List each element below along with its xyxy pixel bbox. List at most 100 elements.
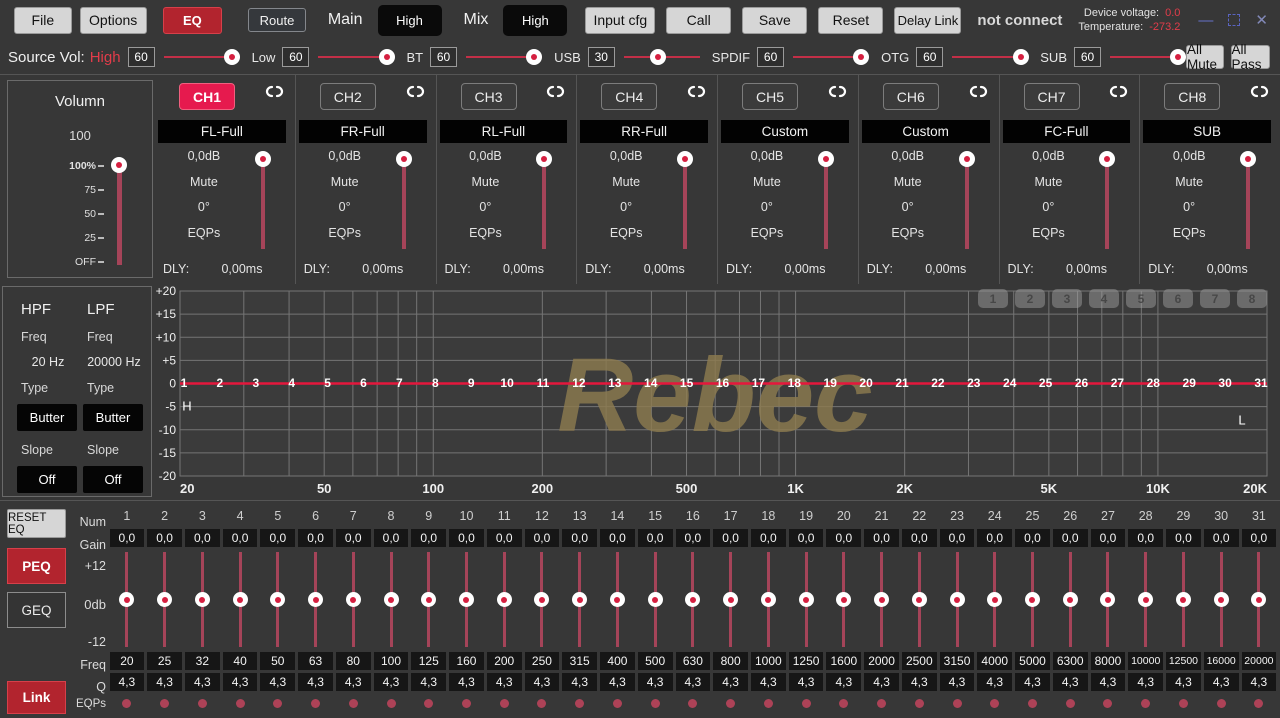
channel-gain-value[interactable]: 0,0dB [577, 149, 675, 175]
input-cfg-button[interactable]: Input cfg [585, 7, 655, 34]
band-eqps-indicator[interactable] [1103, 699, 1112, 708]
slider-knob[interactable] [836, 592, 851, 607]
save-button[interactable]: Save [742, 7, 807, 34]
channel-select-ch1[interactable]: CH1 [179, 83, 235, 110]
eq-point-handle[interactable]: 22 [931, 376, 945, 390]
maximize-icon[interactable] [1228, 14, 1240, 26]
band-q-value[interactable]: 4,3 [487, 673, 522, 691]
band-eqps-indicator[interactable] [764, 699, 773, 708]
slider-knob[interactable] [536, 151, 552, 167]
band-eqps-indicator[interactable] [1179, 699, 1188, 708]
band-eqps-indicator[interactable] [575, 699, 584, 708]
band-gain-slider[interactable] [1251, 552, 1267, 647]
band-freq-value[interactable]: 250 [525, 652, 560, 670]
channel-link-icon[interactable] [686, 85, 707, 103]
band-freq-value[interactable]: 5000 [1015, 652, 1050, 670]
slider-knob[interactable] [1176, 592, 1191, 607]
band-q-value[interactable]: 4,3 [336, 673, 371, 691]
eq-point-handle[interactable]: 27 [1111, 376, 1125, 390]
slider-knob[interactable] [874, 592, 889, 607]
minimize-icon[interactable]: — [1198, 13, 1213, 28]
channel-select-ch5[interactable]: CH5 [742, 83, 798, 110]
slider-knob[interactable] [157, 592, 172, 607]
band-q-value[interactable]: 4,3 [298, 673, 333, 691]
channel-mute-button[interactable]: Mute [859, 175, 957, 201]
band-freq-value[interactable]: 2000 [864, 652, 899, 670]
band-eqps-indicator[interactable] [877, 699, 886, 708]
slider-knob[interactable] [1100, 592, 1115, 607]
band-gain-slider[interactable] [496, 552, 512, 647]
reset-button[interactable]: Reset [818, 7, 883, 34]
band-q-value[interactable]: 4,3 [1204, 673, 1239, 691]
band-eqps-indicator[interactable] [537, 699, 546, 708]
band-gain-value[interactable]: 0,0 [1091, 529, 1126, 547]
channel-volume-slider[interactable] [255, 151, 271, 253]
band-eqps-indicator[interactable] [802, 699, 811, 708]
band-q-value[interactable]: 4,3 [260, 673, 295, 691]
band-gain-slider[interactable] [1213, 552, 1229, 647]
band-freq-value[interactable]: 50 [260, 652, 295, 670]
delay-value[interactable]: 0,00ms [471, 262, 577, 276]
channel-phase-button[interactable]: 0° [577, 200, 675, 226]
channel-phase-button[interactable]: 0° [1140, 200, 1238, 226]
band-q-value[interactable]: 4,3 [525, 673, 560, 691]
band-gain-value[interactable]: 0,0 [487, 529, 522, 547]
band-eqps-indicator[interactable] [839, 699, 848, 708]
band-gain-slider[interactable] [119, 552, 135, 647]
band-freq-value[interactable]: 32 [185, 652, 220, 670]
slider-knob[interactable] [853, 49, 869, 65]
eq-preset-4[interactable]: 4 [1089, 289, 1119, 308]
band-gain-slider[interactable] [685, 552, 701, 647]
channel-mode-label[interactable]: Custom [721, 120, 849, 143]
band-gain-slider[interactable] [572, 552, 588, 647]
slider-knob[interactable] [987, 592, 1002, 607]
band-freq-value[interactable]: 125 [411, 652, 446, 670]
band-eqps-indicator[interactable] [1066, 699, 1075, 708]
reset-eq-button[interactable]: RESET EQ [7, 509, 66, 538]
lpf-handle[interactable]: L [1238, 413, 1245, 428]
band-gain-slider[interactable] [911, 552, 927, 647]
band-gain-slider[interactable] [157, 552, 173, 647]
band-q-value[interactable]: 4,3 [864, 673, 899, 691]
hpf-freq-value[interactable]: 20 Hz [15, 355, 81, 369]
band-freq-value[interactable]: 20000 [1242, 652, 1277, 670]
slider-knob[interactable] [950, 592, 965, 607]
band-q-value[interactable]: 4,3 [147, 673, 182, 691]
channel-volume-slider[interactable] [396, 151, 412, 253]
delay-link-button[interactable]: Delay Link [894, 7, 961, 34]
hpf-handle[interactable]: H [182, 399, 191, 414]
eq-point-handle[interactable]: 18 [788, 376, 802, 390]
hpf-slope-button[interactable]: Off [17, 466, 77, 493]
band-gain-value[interactable]: 0,0 [638, 529, 673, 547]
channel-volume-slider[interactable] [1099, 151, 1115, 253]
slider-knob[interactable] [1099, 151, 1115, 167]
band-eqps-indicator[interactable] [273, 699, 282, 708]
slider-knob[interactable] [799, 592, 814, 607]
slider-knob[interactable] [379, 49, 395, 65]
band-gain-value[interactable]: 0,0 [1204, 529, 1239, 547]
band-eqps-indicator[interactable] [160, 699, 169, 708]
band-gain-slider[interactable] [421, 552, 437, 647]
band-eqps-indicator[interactable] [236, 699, 245, 708]
band-freq-value[interactable]: 12500 [1166, 652, 1201, 670]
band-freq-value[interactable]: 630 [676, 652, 711, 670]
slider-knob[interactable] [497, 592, 512, 607]
eq-preset-7[interactable]: 7 [1200, 289, 1230, 308]
eq-point-handle[interactable]: 3 [252, 376, 259, 390]
eq-point-handle[interactable]: 24 [1003, 376, 1017, 390]
geq-mode-button[interactable]: GEQ [7, 592, 66, 628]
eq-preset-5[interactable]: 5 [1126, 289, 1156, 308]
eq-point-handle[interactable]: 17 [752, 376, 766, 390]
band-eqps-indicator[interactable] [424, 699, 433, 708]
slider-knob[interactable] [195, 592, 210, 607]
band-freq-value[interactable]: 315 [562, 652, 597, 670]
slider-knob[interactable] [723, 592, 738, 607]
source-level-slider[interactable] [1110, 48, 1186, 66]
channel-mode-label[interactable]: SUB [1143, 120, 1271, 143]
channel-mode-label[interactable]: RR-Full [580, 120, 708, 143]
route-tab-button[interactable]: Route [248, 8, 306, 32]
slider-knob[interactable] [1214, 592, 1229, 607]
slider-knob[interactable] [233, 592, 248, 607]
eq-point-handle[interactable]: 16 [716, 376, 730, 390]
band-gain-value[interactable]: 0,0 [1015, 529, 1050, 547]
